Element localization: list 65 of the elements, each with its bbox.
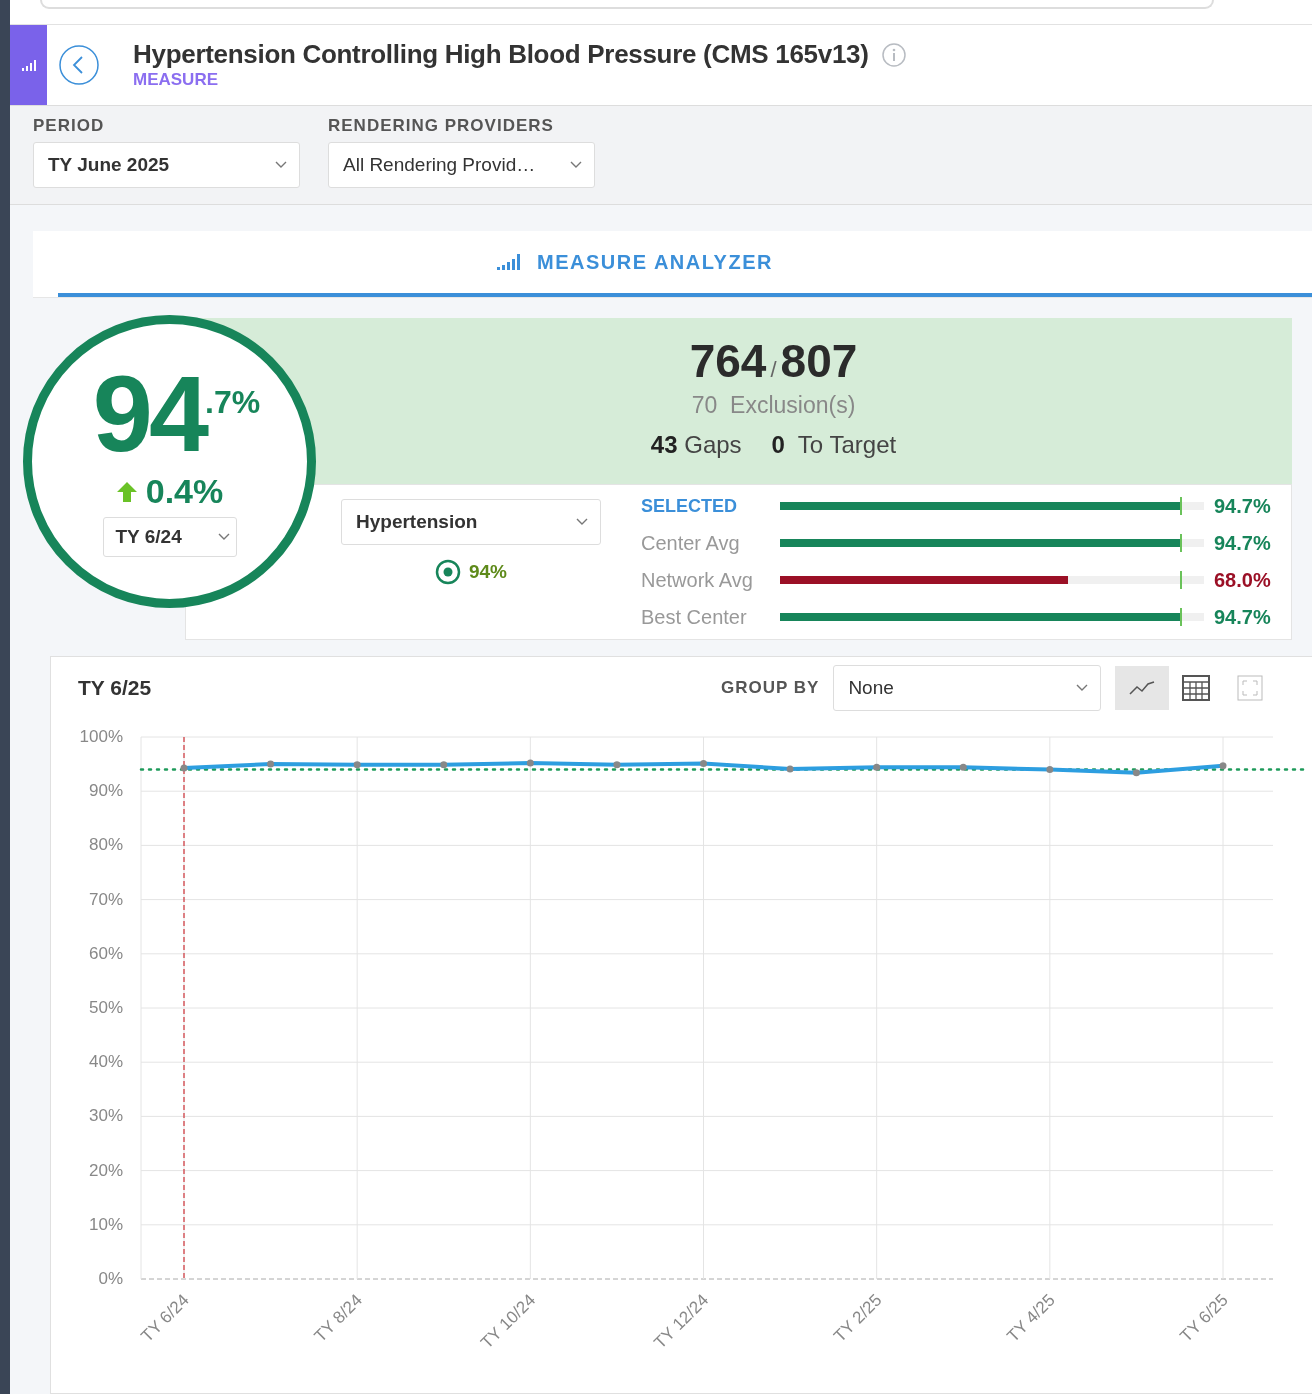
line-chart-icon [1128,679,1157,697]
data-point [1046,766,1054,773]
benchmark-label: Network Avg [641,568,754,592]
bar-chart-icon [497,254,522,270]
chevron-down-icon [570,160,582,169]
filter-dropdown[interactable]: TY June 2025 [33,141,300,188]
data-point [526,759,534,767]
benchmark-value: 94.7% [1214,531,1271,555]
chart-title: TY 6/25 [78,676,153,700]
data-point [786,765,794,773]
filter-label: RENDERING PROVIDERS [328,115,555,136]
chevron-down-icon [275,160,287,169]
y-axis-label: 90% [88,781,123,801]
data-point [267,760,275,768]
search-field[interactable] [40,0,1214,9]
population-dropdown[interactable]: Hypertension [341,499,601,545]
benchmark-value: 94.7% [1214,494,1271,518]
expand-icon[interactable] [1237,675,1264,701]
gaps-text: 43 Gaps [650,431,742,459]
compare-period-dropdown[interactable]: TY 6/24 [102,517,237,557]
x-axis-label: TY 4/25 [1003,1290,1059,1346]
signal-bars-icon [21,58,36,71]
table-icon [1182,675,1211,701]
data-point [1132,769,1140,777]
y-axis-label: 0% [98,1269,123,1288]
y-axis-label: 20% [88,1160,123,1180]
target-value: 94% [469,561,507,583]
benchmark-value: 94.7% [1214,605,1271,629]
y-axis-label: 70% [88,889,123,909]
y-axis-label: 10% [88,1214,123,1234]
page-title: Hypertension Controlling High Blood Pressure (CMS 165v13) [133,39,869,71]
y-axis-label: 30% [88,1106,123,1126]
group-by-dropdown[interactable]: None [833,665,1102,711]
info-icon[interactable] [880,41,907,68]
data-point [613,761,621,769]
benchmark-value: 68.0% [1214,568,1271,592]
target-icon [435,559,461,585]
chevron-down-icon [576,518,588,526]
y-axis-label: 40% [88,1052,123,1072]
benchmark-label: Best Center [641,605,748,629]
data-point [180,764,188,772]
arrow-up-icon [115,480,138,503]
data-point [353,761,361,769]
group-by-label: GROUP BY [721,678,820,698]
y-axis-label: 100% [79,727,123,746]
chevron-down-icon [217,533,230,541]
to-target-text: 0 To Target [771,431,897,459]
chevron-down-icon [1076,684,1089,692]
y-axis-label: 80% [88,835,123,855]
benchmark-label: Center Avg [641,531,741,555]
data-point [873,763,881,771]
data-point [959,763,967,771]
filter-dropdown[interactable]: All Rendering Provid… [328,141,595,188]
y-axis-label: 60% [88,943,123,963]
exclusions-text: 70 Exclusion(s) [691,392,856,419]
change-value: 0.4% [145,472,224,511]
filter-label: PERIOD [33,115,106,136]
data-point [1219,762,1227,770]
y-axis-label: 50% [88,998,123,1017]
page-subtitle: MEASURE [133,70,219,91]
data-point [440,761,448,769]
data-point [700,760,707,768]
benchmark-label: SELECTED [641,495,738,517]
back-button[interactable] [58,43,100,86]
ratio-value: 764/807 [689,334,858,388]
